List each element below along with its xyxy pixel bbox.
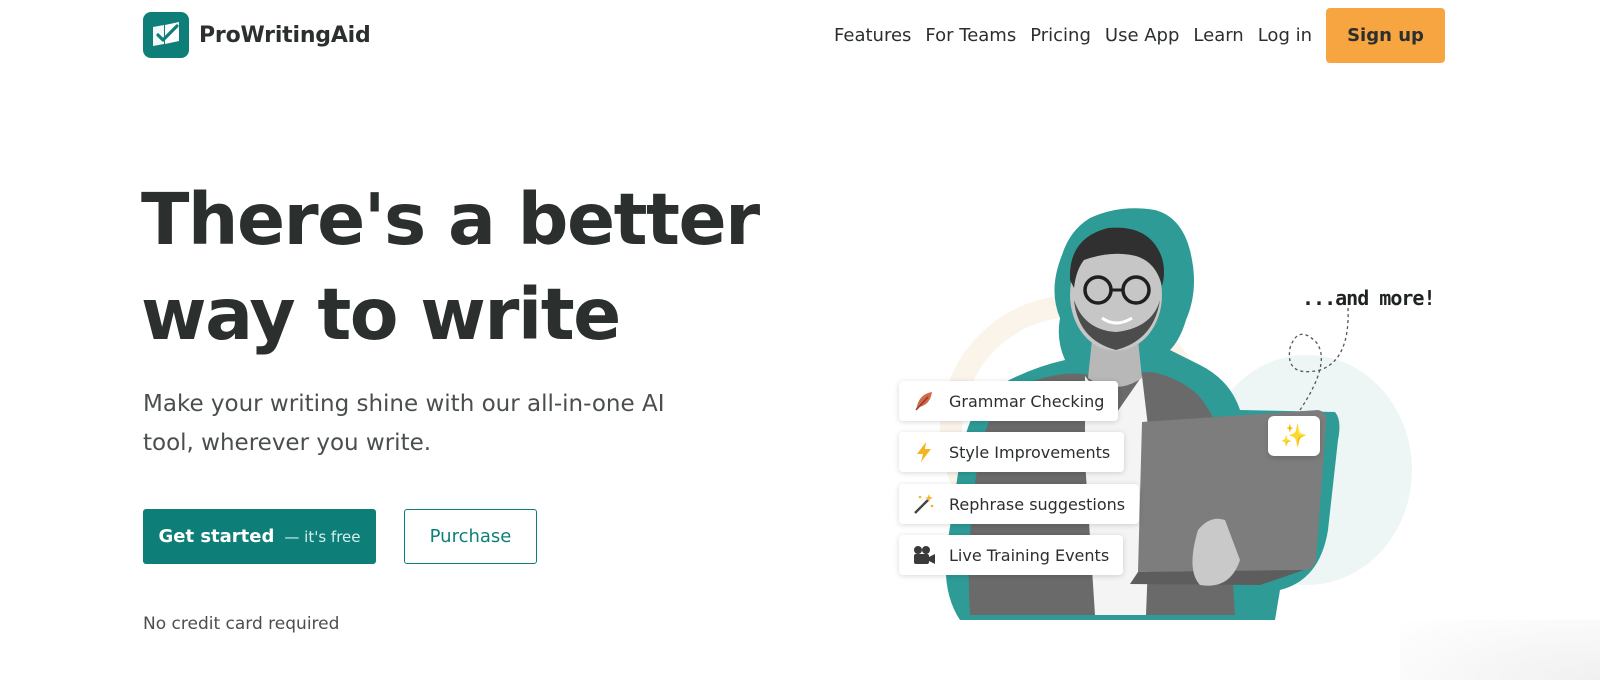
feature-label: Rephrase suggestions — [949, 494, 1126, 514]
get-started-button[interactable]: Get started — it's free — [143, 509, 376, 564]
nav-pricing[interactable]: Pricing — [1030, 25, 1091, 46]
nav-log-in[interactable]: Log in — [1258, 25, 1312, 46]
feature-label: Grammar Checking — [949, 391, 1105, 411]
sparkle-icon: ✨ — [1268, 416, 1320, 456]
feature-card-rephrase: Rephrase suggestions — [899, 484, 1140, 524]
site-header: ProWritingAid Features For Teams Pricing… — [0, 0, 1600, 72]
nav-for-teams[interactable]: For Teams — [925, 25, 1016, 46]
decorative-corner — [1400, 620, 1600, 680]
logo-text: ProWritingAid — [199, 22, 371, 48]
hero-title-line-2: way to write — [141, 273, 621, 356]
hero-title: There's a better way to write — [141, 172, 761, 362]
prowritingaid-logo-icon — [143, 12, 189, 58]
video-camera-icon — [911, 542, 937, 568]
nav-learn[interactable]: Learn — [1193, 25, 1243, 46]
logo[interactable]: ProWritingAid — [143, 12, 371, 58]
lightning-icon — [911, 439, 937, 465]
hero-title-line-1: There's a better — [141, 178, 760, 261]
feature-card-style: Style Improvements — [899, 432, 1125, 472]
main-nav: Features For Teams Pricing Use App Learn… — [834, 8, 1600, 63]
magic-wand-icon — [911, 491, 937, 517]
purchase-button[interactable]: Purchase — [404, 509, 537, 564]
signup-button[interactable]: Sign up — [1326, 8, 1445, 63]
feature-card-training: Live Training Events — [899, 535, 1124, 575]
feather-icon — [911, 388, 937, 414]
nav-features[interactable]: Features — [834, 25, 911, 46]
feature-card-grammar: Grammar Checking — [899, 381, 1119, 421]
nav-use-app[interactable]: Use App — [1105, 25, 1180, 46]
feature-label: Style Improvements — [949, 442, 1111, 462]
feature-label: Live Training Events — [949, 545, 1110, 565]
no-credit-card-note: No credit card required — [143, 614, 340, 634]
get-started-label: Get started — [158, 526, 275, 547]
get-started-suffix: — it's free — [284, 527, 361, 546]
hero-subtitle: Make your writing shine with our all-in-… — [143, 391, 665, 456]
and-more-callout: ...and more! — [1302, 286, 1435, 310]
